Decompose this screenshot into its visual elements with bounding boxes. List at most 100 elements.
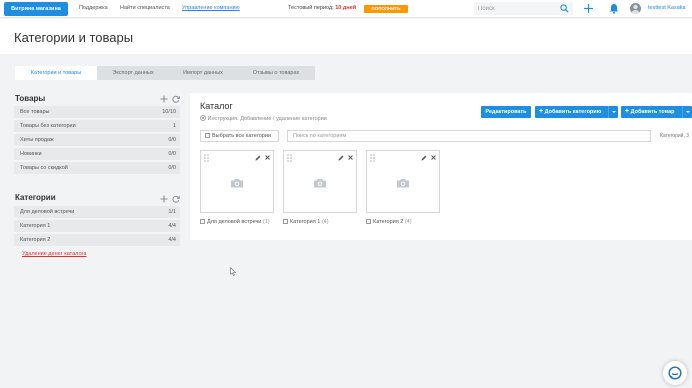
global-search xyxy=(474,2,573,15)
category-name: Категория 2 xyxy=(373,219,404,225)
catalog-help-text: Инструкция. Добавление / удаление катего… xyxy=(207,116,327,122)
username[interactable]: testtest Kasaka xyxy=(648,5,686,11)
bell-icon[interactable] xyxy=(609,3,619,16)
refresh-icon[interactable] xyxy=(172,95,180,105)
sidebar-item-count: 1/1 xyxy=(168,209,176,215)
add-product-icon[interactable] xyxy=(160,95,168,105)
drag-handle-icon[interactable] xyxy=(204,154,209,164)
sidebar-item-bestsellers[interactable]: Хиты продаж 0/0 xyxy=(14,134,180,147)
global-search-input[interactable] xyxy=(474,2,554,15)
manage-company-link[interactable]: Управление компанию xyxy=(182,5,240,11)
sidebar-item-label: Товары со скидкой xyxy=(20,165,68,171)
sidebar-item-label: Для деловой встречи xyxy=(20,209,75,215)
category-count: (1) xyxy=(262,219,270,225)
delete-catalog-link[interactable]: Удаление денег каталога xyxy=(22,251,86,257)
mouse-cursor-icon xyxy=(230,266,237,278)
sidebar-item-count: 4/4 xyxy=(168,223,176,229)
category-card[interactable] xyxy=(366,150,440,213)
tab-export[interactable]: Экспорт данных xyxy=(97,66,169,80)
select-all-checkbox[interactable] xyxy=(205,133,210,139)
chat-button[interactable] xyxy=(663,361,687,385)
category-count: (4) xyxy=(404,219,412,225)
category-name: Для деловой встречи xyxy=(207,219,262,225)
sidebar-item-label: Товары без категории xyxy=(20,123,76,129)
trial-label: Тестовый период: xyxy=(288,5,334,11)
close-icon[interactable] xyxy=(265,155,270,162)
category-checkbox[interactable] xyxy=(366,219,371,225)
close-icon[interactable] xyxy=(431,155,436,162)
trial-days: 10 дней xyxy=(335,5,357,11)
add-category-button[interactable]: + Добавить категорию xyxy=(535,106,618,118)
refresh-icon[interactable] xyxy=(172,195,180,205)
pencil-icon[interactable] xyxy=(338,155,344,163)
drag-handle-icon[interactable] xyxy=(370,154,375,164)
sidebar-item-business-meeting[interactable]: Для деловой встречи 1/1 xyxy=(14,206,180,219)
select-all-categories[interactable]: Выбрать все категории xyxy=(200,130,279,142)
page-title: Категории и товары xyxy=(14,30,134,45)
category-card-label[interactable]: Категория 1 (4) xyxy=(283,219,329,225)
tab-reviews[interactable]: Отзывы о товарах xyxy=(237,66,315,80)
sidebar-item-label: Хиты продаж xyxy=(20,137,54,143)
chat-icon xyxy=(668,366,682,380)
category-card[interactable] xyxy=(200,150,274,213)
tab-categories-products[interactable]: Категории и товары xyxy=(15,66,97,80)
help-icon xyxy=(200,115,206,121)
catalog-title: Каталог xyxy=(200,101,233,111)
camera-icon xyxy=(313,178,327,190)
select-all-label: Выбрать все категории xyxy=(212,133,272,139)
drag-handle-icon[interactable] xyxy=(287,154,292,164)
sidebar-item-label: Новинки xyxy=(20,151,42,157)
add-category-label: Добавить категорию xyxy=(544,109,602,115)
support-link[interactable]: Поддержка xyxy=(79,5,108,11)
category-card-label[interactable]: Для деловой встречи (1) xyxy=(200,219,270,225)
pencil-icon[interactable] xyxy=(255,155,261,163)
sidebar-item-discounted[interactable]: Товары со скидкой 0/0 xyxy=(14,162,180,175)
categories-heading: Категории xyxy=(15,193,56,202)
sidebar-item-count: 1 xyxy=(172,123,176,129)
category-count: (4) xyxy=(321,219,329,225)
add-category-icon[interactable] xyxy=(160,195,168,205)
avatar[interactable] xyxy=(630,3,641,14)
category-card-label[interactable]: Категория 2 (4) xyxy=(366,219,412,225)
sidebar-item-count: 0/0 xyxy=(168,151,176,157)
chevron-down-icon[interactable] xyxy=(608,106,618,118)
sidebar-item-count: 4/4 xyxy=(168,237,176,243)
pencil-icon[interactable] xyxy=(421,155,427,163)
add-icon[interactable] xyxy=(583,3,594,16)
category-checkbox[interactable] xyxy=(283,219,288,225)
tab-import[interactable]: Импорт данных xyxy=(169,66,237,80)
edit-button[interactable]: Редактировать xyxy=(481,106,531,118)
category-name: Категория 1 xyxy=(290,219,321,225)
sidebar-item-count: 10/10 xyxy=(162,109,176,115)
category-card[interactable] xyxy=(283,150,357,213)
sidebar-item-new[interactable]: Новинки 0/0 xyxy=(14,148,180,161)
category-search-input[interactable] xyxy=(288,131,650,141)
top-bar: Витрина магазина Поддержка Найти специал… xyxy=(0,0,692,18)
category-count: Категорий, 3 xyxy=(660,133,690,139)
category-checkbox[interactable] xyxy=(200,219,205,225)
camera-icon xyxy=(230,178,244,190)
sidebar-item-label: Категория 1 xyxy=(20,223,51,229)
sidebar-item-category-2[interactable]: Категория 2 4/4 xyxy=(14,234,180,247)
sidebar-item-uncategorized[interactable]: Товары без категории 1 xyxy=(14,120,180,133)
pay-button[interactable]: ПОПОЛНИТЬ xyxy=(364,5,408,13)
storefront-button[interactable]: Витрина магазина xyxy=(4,2,68,16)
trial-period: Тестовый период: 10 дней xyxy=(288,5,356,11)
search-icon[interactable] xyxy=(560,4,569,15)
category-search xyxy=(287,130,651,142)
sidebar-item-label: Категория 2 xyxy=(20,237,51,243)
plus-icon: + xyxy=(539,108,544,115)
find-specialist-link[interactable]: Найти специалиста xyxy=(120,5,170,11)
catalog-help[interactable]: Инструкция. Добавление / удаление катего… xyxy=(200,115,327,122)
plus-icon: + xyxy=(625,108,630,115)
chevron-down-icon[interactable] xyxy=(682,106,692,118)
close-icon[interactable] xyxy=(348,155,353,162)
camera-icon xyxy=(396,178,410,190)
sidebar-item-all-products[interactable]: Все товары 10/10 xyxy=(14,106,180,119)
add-product-label: Добавить товар xyxy=(630,109,675,115)
sidebar-item-count: 0/0 xyxy=(168,165,176,171)
sidebar-item-label: Все товары xyxy=(20,109,50,115)
add-product-button[interactable]: + Добавить товар xyxy=(621,106,692,118)
sidebar-item-count: 0/0 xyxy=(168,137,176,143)
sidebar-item-category-1[interactable]: Категория 1 4/4 xyxy=(14,220,180,233)
